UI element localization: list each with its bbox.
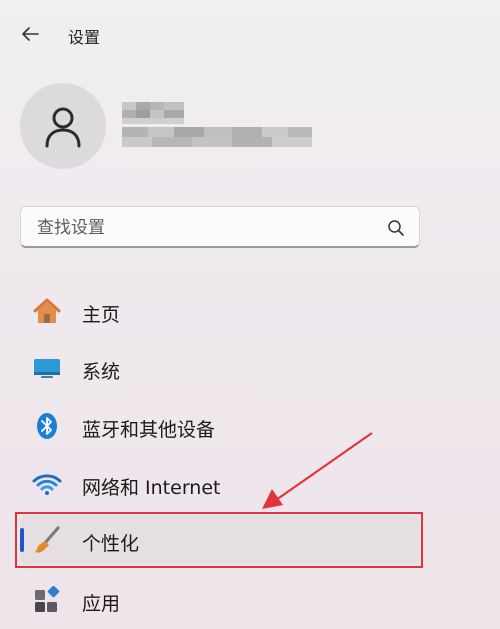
nav-item-label: 系统 [82,361,121,383]
nav-item-bluetooth[interactable]: 蓝牙和其他设备 [20,402,420,450]
nav-item-system[interactable]: 系统 [20,344,420,392]
search-icon[interactable] [387,219,405,237]
account-name-redacted [122,102,202,124]
account-email-redacted [122,127,312,147]
back-arrow-icon [22,27,39,41]
title-bar: 设置 [0,0,500,70]
user-icon [45,107,81,148]
search-box[interactable] [20,206,420,248]
app-title: 设置 [68,28,101,47]
nav-item-label: 网络和 Internet [82,477,221,499]
bluetooth-icon [32,412,62,440]
back-button[interactable] [14,20,46,48]
nav-item-label: 蓝牙和其他设备 [82,419,216,441]
search-input[interactable] [35,215,379,241]
wifi-icon [32,470,62,498]
nav-item-label: 主页 [82,304,121,326]
home-icon [32,297,62,325]
nav-item-apps[interactable]: 应用 [20,576,420,624]
avatar[interactable] [20,83,106,169]
nav-item-network[interactable]: 网络和 Internet [20,460,420,508]
system-display-icon [32,354,62,382]
nav-item-home[interactable]: 主页 [20,287,420,335]
apps-icon [32,586,62,614]
nav-item-label: 应用 [82,593,121,615]
annotation-highlight-box [15,512,423,568]
